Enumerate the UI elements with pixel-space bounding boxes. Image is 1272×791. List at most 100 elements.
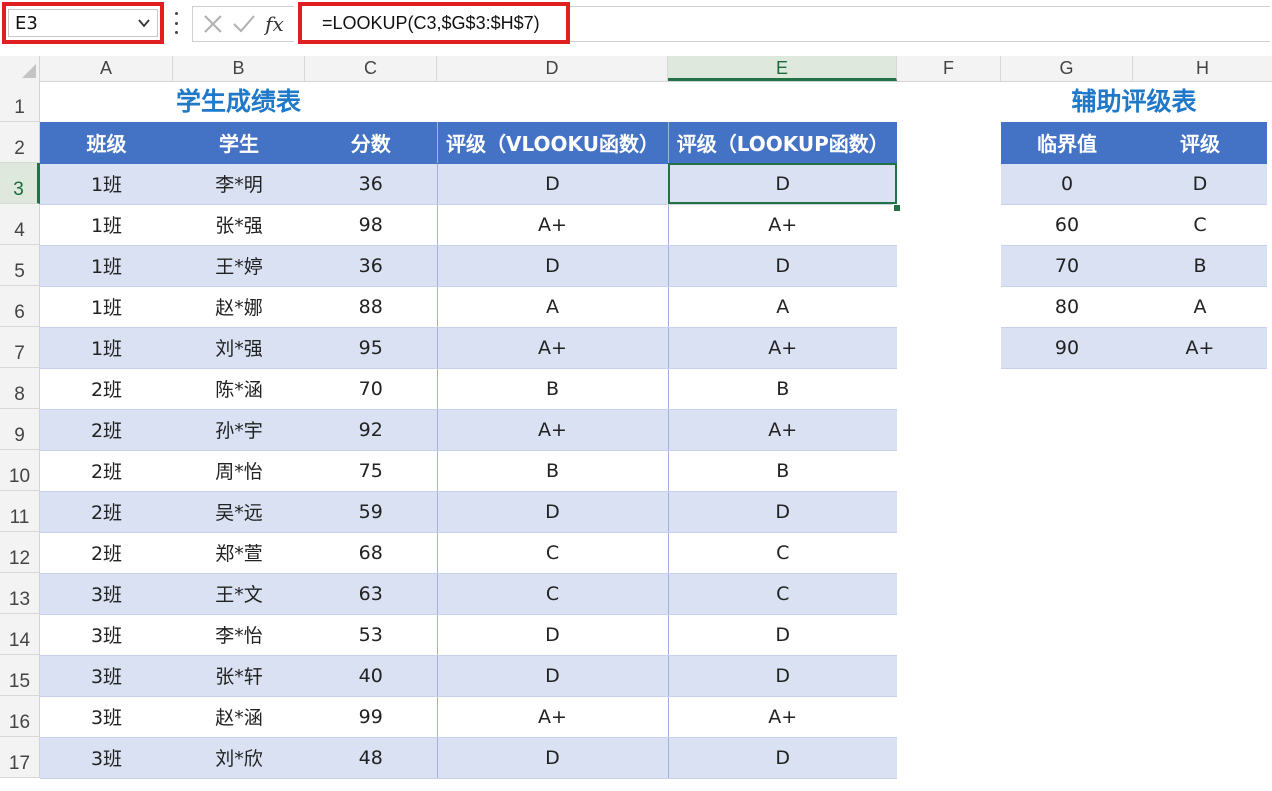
row-header[interactable]: 11 [0,491,40,532]
aux-table-cell[interactable]: 70 [1001,245,1133,287]
main-table-cell[interactable]: C [668,532,897,574]
main-table-cell[interactable]: 63 [305,573,438,615]
aux-table-cell[interactable]: 0 [1001,163,1133,205]
main-table-cell[interactable]: 张*强 [173,204,305,246]
aux-table-cell[interactable]: A [1133,286,1267,328]
main-table-cell[interactable]: D [668,655,897,697]
chevron-down-icon[interactable] [137,16,151,30]
main-table-cell[interactable]: 王*文 [173,573,305,615]
main-table-cell[interactable]: A+ [668,409,897,451]
main-table-cell[interactable]: 李*明 [173,163,305,205]
main-table-cell[interactable]: 98 [305,204,438,246]
main-table-cell[interactable]: 3班 [40,737,173,779]
column-header-d[interactable]: D [437,56,668,81]
main-table-cell[interactable]: D [668,614,897,656]
main-table-header-cell[interactable]: 评级（VLOOKU函数） [437,122,669,164]
main-table-cell[interactable]: 92 [305,409,438,451]
main-table-cell[interactable]: 99 [305,696,438,738]
main-table-cell[interactable]: 59 [305,491,438,533]
main-table-cell[interactable]: D [668,491,897,533]
main-table-cell[interactable]: 70 [305,368,438,410]
main-table-cell[interactable]: 1班 [40,286,173,328]
main-table-cell[interactable]: B [437,450,669,492]
main-table-cell[interactable]: 王*婷 [173,245,305,287]
main-table-cell[interactable]: 40 [305,655,438,697]
main-table-cell[interactable]: 3班 [40,614,173,656]
main-table-cell[interactable]: A [437,286,669,328]
main-table-cell[interactable]: A+ [668,696,897,738]
main-table-cell[interactable]: A+ [437,204,669,246]
column-header-f[interactable]: F [897,56,1001,81]
row-header[interactable]: 17 [0,737,40,778]
main-table-cell[interactable]: 张*轩 [173,655,305,697]
main-table-cell[interactable]: 3班 [40,573,173,615]
main-table-cell[interactable]: 1班 [40,163,173,205]
main-table-cell[interactable]: C [437,532,669,574]
row-header[interactable]: 6 [0,286,40,327]
main-table-cell[interactable]: 郑*萱 [173,532,305,574]
main-table-cell[interactable]: A+ [668,204,897,246]
aux-table-header-cell[interactable]: 临界值 [1001,122,1133,164]
aux-table-cell[interactable]: 80 [1001,286,1133,328]
main-table-cell[interactable]: 2班 [40,491,173,533]
row-header[interactable]: 12 [0,532,40,573]
main-table-cell[interactable]: 1班 [40,327,173,369]
aux-table-cell[interactable]: A+ [1133,327,1267,369]
row-header[interactable]: 16 [0,696,40,737]
row-header[interactable]: 4 [0,204,40,245]
main-table-cell[interactable]: C [437,573,669,615]
main-table-cell[interactable]: D [437,163,669,205]
aux-table-cell[interactable]: D [1133,163,1267,205]
aux-table-cell[interactable]: B [1133,245,1267,287]
column-header-b[interactable]: B [173,56,305,81]
column-header-a[interactable]: A [40,56,173,81]
main-table-header-cell[interactable]: 评级（LOOKUP函数） [668,122,897,164]
main-table-cell[interactable]: 53 [305,614,438,656]
main-table-cell[interactable]: 吴*远 [173,491,305,533]
aux-table-cell[interactable]: 60 [1001,204,1133,246]
main-table-cell[interactable]: 3班 [40,655,173,697]
main-table-cell[interactable]: D [437,737,669,779]
main-table-cell[interactable]: 陈*涵 [173,368,305,410]
row-header[interactable]: 1 [0,81,40,122]
main-table-cell[interactable]: 周*怡 [173,450,305,492]
main-table-cell[interactable]: 88 [305,286,438,328]
aux-table-cell[interactable]: 90 [1001,327,1133,369]
row-header[interactable]: 2 [0,122,40,163]
main-table-cell[interactable]: D [437,655,669,697]
column-header-h[interactable]: H [1133,56,1272,81]
row-header-active[interactable]: 3 [0,163,40,204]
row-header[interactable]: 9 [0,409,40,450]
active-cell[interactable]: D [668,163,897,205]
column-header-g[interactable]: G [1001,56,1133,81]
main-table-header-cell[interactable]: 学生 [173,122,305,164]
main-table-cell[interactable]: A+ [437,409,669,451]
main-table-cell[interactable]: 2班 [40,450,173,492]
main-table-cell[interactable]: A+ [437,696,669,738]
column-header-c[interactable]: C [305,56,437,81]
formula-input[interactable]: =LOOKUP(C3,$G$3:$H$7) [322,13,540,34]
formula-input-extension[interactable] [570,6,1270,42]
row-header[interactable]: 7 [0,327,40,368]
main-table-cell[interactable]: B [437,368,669,410]
enter-button[interactable] [230,10,258,38]
main-table-cell[interactable]: 赵*涵 [173,696,305,738]
insert-function-button[interactable]: fx [261,10,289,38]
main-table-cell[interactable]: 李*怡 [173,614,305,656]
main-table-cell[interactable]: 1班 [40,204,173,246]
aux-table-title[interactable]: 辅助评级表 [1001,81,1267,122]
main-table-cell[interactable]: 刘*欣 [173,737,305,779]
main-table-cell[interactable]: 刘*强 [173,327,305,369]
main-table-title[interactable]: 学生成绩表 [40,81,437,122]
main-table-cell[interactable]: 2班 [40,368,173,410]
main-table-cell[interactable]: D [668,245,897,287]
main-table-cell[interactable]: D [437,491,669,533]
main-table-cell[interactable]: 2班 [40,532,173,574]
main-table-cell[interactable]: 1班 [40,245,173,287]
main-table-cell[interactable]: 48 [305,737,438,779]
main-table-cell[interactable]: 3班 [40,696,173,738]
main-table-cell[interactable]: 68 [305,532,438,574]
more-options-icon[interactable] [172,12,180,34]
main-table-cell[interactable]: 赵*娜 [173,286,305,328]
main-table-cell[interactable]: 75 [305,450,438,492]
